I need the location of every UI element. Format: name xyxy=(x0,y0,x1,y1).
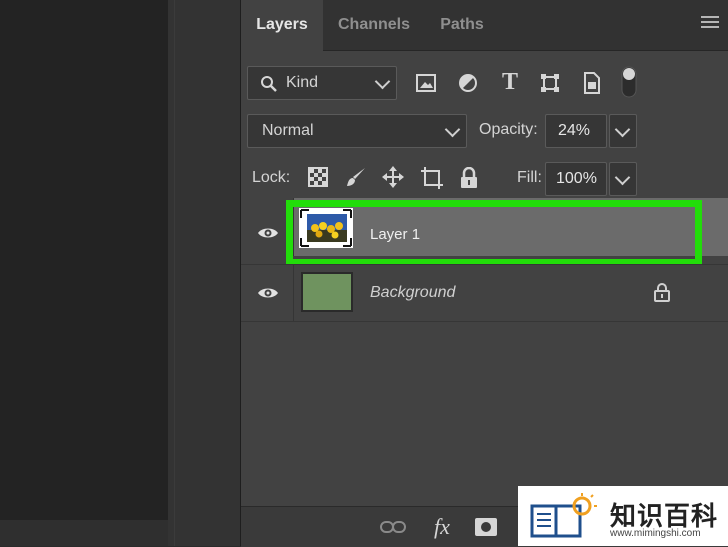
panel-gutter xyxy=(168,0,240,546)
chevron-down-icon xyxy=(614,169,631,186)
filter-kind-label: Kind xyxy=(286,74,319,91)
blend-mode-dropdown[interactable]: Normal xyxy=(247,114,467,148)
type-filter-icon[interactable]: T xyxy=(499,69,521,95)
filter-toggle-icon[interactable] xyxy=(621,66,637,98)
fill-dropdown-button[interactable] xyxy=(609,162,637,196)
image-filter-icon[interactable] xyxy=(415,72,437,94)
watermark-logo xyxy=(530,492,602,540)
watermark-url: www.mimingshi.com xyxy=(610,528,701,539)
fx-icon[interactable]: fx xyxy=(427,513,457,541)
chevron-down-icon xyxy=(374,73,391,90)
lock-position-icon[interactable] xyxy=(382,165,404,189)
opacity-label: Opacity: xyxy=(479,121,538,138)
lock-all-icon[interactable] xyxy=(458,166,480,190)
layers-panel: Layers Channels Paths Kind T Normal Opac… xyxy=(240,0,728,547)
lock-transparent-pixels-icon[interactable] xyxy=(307,166,329,188)
background-visibility-toggle[interactable] xyxy=(241,265,294,321)
lock-image-pixels-icon[interactable] xyxy=(345,165,367,189)
add-mask-icon[interactable] xyxy=(473,516,499,538)
background-layer-name[interactable]: Background xyxy=(370,284,455,302)
canvas-status-bar xyxy=(0,520,168,546)
layer-1-visibility-toggle[interactable] xyxy=(241,198,294,256)
lock-artboard-icon[interactable] xyxy=(420,166,444,190)
layer-1-thumbnail xyxy=(299,208,353,248)
tab-channels[interactable]: Channels xyxy=(323,0,425,50)
watermark: 知识百科 www.mimingshi.com xyxy=(518,486,728,546)
fill-input[interactable]: 100% xyxy=(545,162,607,196)
panel-tabs: Layers Channels Paths xyxy=(241,0,728,51)
search-icon xyxy=(261,76,277,92)
eye-icon xyxy=(258,288,278,298)
tab-layers[interactable]: Layers xyxy=(241,0,323,51)
layer-row-background[interactable]: Background xyxy=(241,264,728,322)
filter-kind-dropdown[interactable]: Kind xyxy=(247,66,397,100)
lock-label: Lock: xyxy=(252,169,291,186)
adjustment-filter-icon[interactable] xyxy=(457,72,479,94)
chevron-down-icon xyxy=(614,121,631,138)
shape-filter-icon[interactable] xyxy=(539,72,561,94)
fill-value: 100% xyxy=(556,170,597,187)
background-thumbnail xyxy=(301,272,353,312)
blend-mode-value: Normal xyxy=(262,122,314,139)
layer-row-layer-1[interactable]: Layer 1 xyxy=(241,198,728,256)
opacity-dropdown-button[interactable] xyxy=(609,114,637,148)
document-canvas xyxy=(0,0,168,546)
layer-1-name[interactable]: Layer 1 xyxy=(370,226,420,243)
tab-paths[interactable]: Paths xyxy=(425,0,499,50)
link-layers-icon[interactable] xyxy=(379,517,407,537)
background-lock-icon[interactable] xyxy=(653,281,671,303)
fill-label: Fill: xyxy=(517,169,542,186)
chevron-down-icon xyxy=(444,121,461,138)
panel-menu-icon[interactable] xyxy=(701,16,719,32)
eye-icon xyxy=(258,228,278,238)
opacity-value: 24% xyxy=(558,122,591,139)
opacity-input[interactable]: 24% xyxy=(545,114,607,148)
smart-object-filter-icon[interactable] xyxy=(581,71,603,95)
